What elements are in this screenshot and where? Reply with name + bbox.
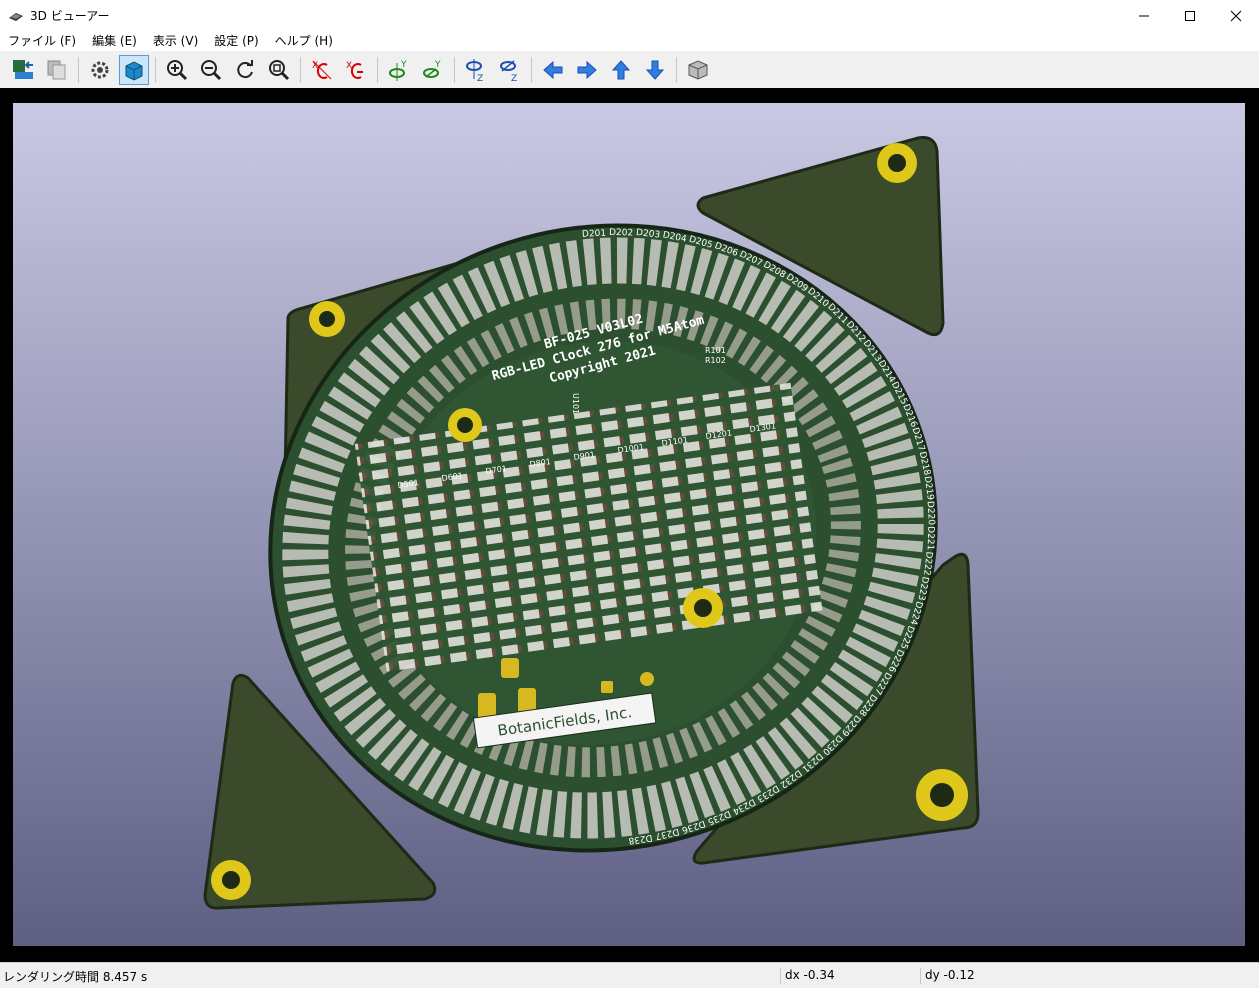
rotate-x-cw-button[interactable]: X <box>307 55 337 85</box>
mount-hole <box>877 143 917 183</box>
raytracing-button[interactable] <box>119 54 149 85</box>
rotate-y-ccw-button[interactable]: Y <box>418 55 448 85</box>
rotate-y-cw-icon: Y <box>389 60 407 81</box>
pcb-render: BF-025 V03L02 RGB-LED Clock 276 for M5At… <box>203 136 980 910</box>
mount-hole <box>916 769 968 821</box>
ring-led-label: D220 <box>925 501 936 526</box>
settings-icon <box>91 61 109 78</box>
menu-file[interactable]: ファイル (F) <box>0 31 84 51</box>
part-label: R101 <box>705 346 726 355</box>
copy-image-icon <box>47 60 66 79</box>
move-up-button[interactable] <box>606 55 636 85</box>
menu-bar: ファイル (F) 編集 (E) 表示 (V) 設定 (P) ヘルプ (H) <box>0 31 1259 51</box>
toolbar-separator <box>300 56 301 83</box>
toolbar-separator <box>78 56 79 83</box>
mount-hole <box>448 408 482 442</box>
reload-board-icon <box>13 59 33 79</box>
move-right-button[interactable] <box>572 55 602 85</box>
canvas-frame: BF-025 V03L02 RGB-LED Clock 276 for M5At… <box>0 88 1259 962</box>
part-label: U101 <box>571 393 580 414</box>
status-dy: dy -0.12 <box>920 968 975 984</box>
status-bar: レンダリング時間 8.457 s dx -0.34 dy -0.12 <box>0 962 1259 988</box>
part-label: R102 <box>705 356 726 365</box>
toolbar-separator <box>155 56 156 83</box>
rotate-y-ccw-icon: Y <box>423 60 441 78</box>
zoom-out-button[interactable] <box>196 55 226 85</box>
rotate-z-cw-icon: Z <box>466 58 483 83</box>
ring-led-label: D221 <box>925 526 936 550</box>
zoom-in-icon <box>167 59 188 80</box>
ortho-view-icon <box>688 59 708 80</box>
menu-view[interactable]: 表示 (V) <box>145 31 206 51</box>
title-bar: 3D ビューアー <box>0 0 1259 31</box>
settings-button[interactable] <box>85 55 115 85</box>
move-down-button[interactable] <box>640 55 670 85</box>
zoom-out-icon <box>201 59 222 80</box>
svg-text:Y: Y <box>400 60 407 70</box>
zoom-fit-button[interactable] <box>264 55 294 85</box>
ring-led-label: D201 <box>582 229 607 240</box>
app-icon <box>9 12 23 21</box>
close-button[interactable] <box>1213 0 1259 31</box>
toolbar: X X Y Y Z Z <box>0 51 1259 88</box>
svg-text:Z: Z <box>511 74 517 83</box>
close-icon <box>1230 10 1242 21</box>
minimize-button[interactable] <box>1121 0 1167 31</box>
maximize-button[interactable] <box>1167 0 1213 31</box>
menu-edit[interactable]: 編集 (E) <box>84 31 145 51</box>
status-dx: dx -0.34 <box>780 968 835 984</box>
raytracing-icon <box>125 60 143 81</box>
move-left-icon <box>543 60 563 79</box>
redraw-icon <box>237 59 253 78</box>
zoom-fit-icon <box>269 59 290 80</box>
reload-board-button[interactable] <box>8 55 38 85</box>
move-left-button[interactable] <box>538 55 568 85</box>
mount-hole <box>309 301 345 337</box>
ortho-view-button[interactable] <box>683 55 713 85</box>
svg-text:Z: Z <box>477 74 483 83</box>
toolbar-separator <box>377 56 378 83</box>
3d-viewport[interactable]: BF-025 V03L02 RGB-LED Clock 276 for M5At… <box>13 103 1245 946</box>
maximize-icon <box>1185 10 1195 21</box>
ring-led-label: D202 <box>609 228 633 239</box>
move-up-icon <box>611 59 631 79</box>
window-title: 3D ビューアー <box>30 9 110 23</box>
menu-help[interactable]: ヘルプ (H) <box>267 31 341 51</box>
rotate-z-ccw-button[interactable]: Z <box>495 55 525 85</box>
minimize-icon <box>1139 15 1149 16</box>
move-right-icon <box>577 60 597 79</box>
toolbar-separator <box>531 56 532 83</box>
zoom-in-button[interactable] <box>162 55 192 85</box>
mount-hole <box>211 860 251 900</box>
move-down-icon <box>645 60 665 80</box>
rotate-x-ccw-button[interactable]: X <box>341 55 371 85</box>
toolbar-separator <box>454 56 455 83</box>
svg-text:Y: Y <box>434 60 441 70</box>
rotate-z-cw-button[interactable]: Z <box>461 55 491 85</box>
mount-hole <box>683 588 723 628</box>
rotate-z-ccw-icon: Z <box>500 59 517 83</box>
menu-preferences[interactable]: 設定 (P) <box>206 31 266 51</box>
rotate-x-ccw-icon: X <box>346 61 363 79</box>
redraw-button[interactable] <box>230 55 260 85</box>
rotate-x-cw-icon: X <box>312 60 332 79</box>
toolbar-separator <box>676 56 677 83</box>
render-time: レンダリング時間 8.457 s <box>3 970 148 984</box>
copy-image-button[interactable] <box>42 55 72 85</box>
rotate-y-cw-button[interactable]: Y <box>384 55 414 85</box>
